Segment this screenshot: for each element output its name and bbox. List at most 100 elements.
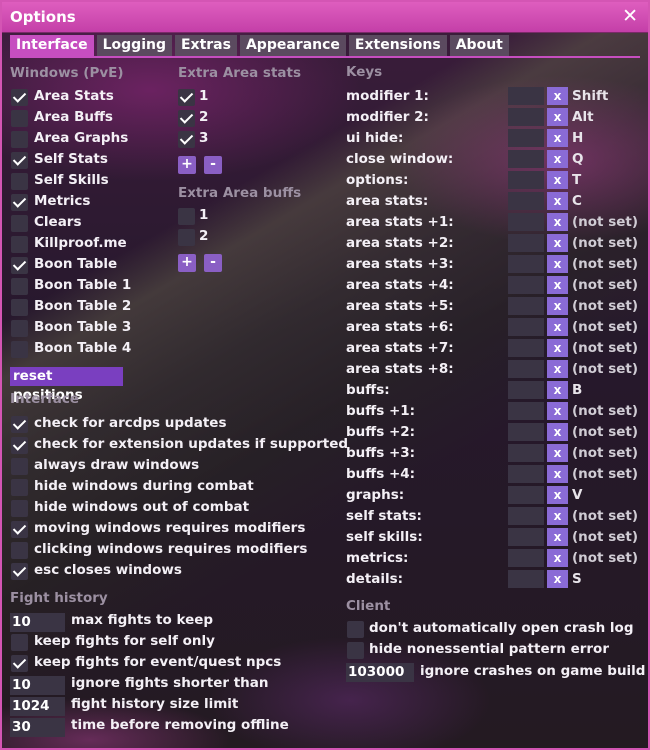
key-bind-field[interactable]: [508, 213, 544, 231]
key-bind-field[interactable]: [508, 318, 544, 336]
clear-key-button[interactable]: x: [547, 192, 568, 210]
clear-key-button[interactable]: x: [547, 402, 568, 420]
key-bind-field[interactable]: [508, 255, 544, 273]
checkbox-check-for-extension-updates-if-supported[interactable]: [11, 437, 28, 454]
clear-key-button[interactable]: x: [547, 486, 568, 504]
clear-key-button[interactable]: x: [547, 549, 568, 567]
title-bar[interactable]: Options ✕: [0, 0, 650, 33]
checkbox-hide-windows-out-of-combat[interactable]: [11, 500, 28, 517]
key-bind-field[interactable]: [508, 87, 544, 105]
clear-key-button[interactable]: x: [547, 528, 568, 546]
clear-key-button[interactable]: x: [547, 87, 568, 105]
checkbox-keep-fights-for-event-quest-npcs[interactable]: [11, 655, 28, 672]
key-bind-field[interactable]: [508, 339, 544, 357]
checkbox-area-buffs[interactable]: [11, 110, 28, 127]
checkbox-self-stats[interactable]: [11, 152, 28, 169]
checkbox-extra-area-buffs-1[interactable]: [178, 208, 195, 225]
checkbox-extra-area-buffs-2[interactable]: [178, 229, 195, 246]
key-bind-field[interactable]: [508, 465, 544, 483]
checkbox-clicking-windows-requires-modifiers[interactable]: [11, 542, 28, 559]
add-area-buffs-button[interactable]: +: [178, 254, 196, 272]
clear-key-button[interactable]: x: [547, 339, 568, 357]
clear-key-button[interactable]: x: [547, 255, 568, 273]
checkbox-boon-table[interactable]: [11, 257, 28, 274]
tab-logging[interactable]: Logging: [96, 35, 172, 56]
checkbox-area-stats[interactable]: [11, 89, 28, 106]
key-bind-field[interactable]: [508, 360, 544, 378]
checkbox-check-for-arcdps-updates[interactable]: [11, 416, 28, 433]
key-bind-field[interactable]: [508, 171, 544, 189]
game-build-input[interactable]: 103000: [346, 663, 414, 682]
checkbox-metrics[interactable]: [11, 194, 28, 211]
clear-key-button[interactable]: x: [547, 423, 568, 441]
checkbox-clears[interactable]: [11, 215, 28, 232]
clear-key-button[interactable]: x: [547, 150, 568, 168]
checkbox-keep-fights-for-self-only[interactable]: [11, 634, 28, 651]
add-area-stats-button[interactable]: +: [178, 156, 196, 174]
clear-key-button[interactable]: x: [547, 213, 568, 231]
key-bind-field[interactable]: [508, 150, 544, 168]
remove-area-stats-button[interactable]: -: [204, 156, 222, 174]
key-bind-field[interactable]: [508, 276, 544, 294]
checkbox-extra-area-stats-1[interactable]: [178, 89, 195, 106]
tab-appearance[interactable]: Appearance: [239, 35, 346, 56]
key-bind-field[interactable]: [508, 192, 544, 210]
key-label: buffs +3:: [346, 445, 416, 461]
number-input[interactable]: 10: [10, 676, 65, 695]
key-bind-field[interactable]: [508, 108, 544, 126]
checkbox-boon-table-2[interactable]: [11, 299, 28, 316]
number-input[interactable]: 10: [10, 613, 65, 632]
checkbox-esc-closes-windows[interactable]: [11, 563, 28, 580]
tab-extras[interactable]: Extras: [174, 35, 237, 56]
remove-area-buffs-button[interactable]: -: [204, 254, 222, 272]
key-bind-field[interactable]: [508, 234, 544, 252]
key-bind-field[interactable]: [508, 297, 544, 315]
checkbox-don-t-automatically-open-crash-log[interactable]: [347, 621, 364, 638]
clear-key-button[interactable]: x: [547, 465, 568, 483]
tab-extensions[interactable]: Extensions: [348, 35, 447, 56]
clear-key-button[interactable]: x: [547, 444, 568, 462]
clear-key-button[interactable]: x: [547, 234, 568, 252]
clear-key-button[interactable]: x: [547, 360, 568, 378]
key-bind-field[interactable]: [508, 129, 544, 147]
clear-key-button[interactable]: x: [547, 171, 568, 189]
number-input[interactable]: 30: [10, 718, 65, 737]
close-icon[interactable]: ✕: [622, 5, 638, 27]
reset-positions-button[interactable]: reset positions: [10, 367, 123, 403]
checkbox-extra-area-stats-2[interactable]: [178, 110, 195, 127]
key-value: (not set): [572, 508, 639, 524]
key-bind-field[interactable]: [508, 402, 544, 420]
key-value: Shift: [572, 88, 609, 104]
key-bind-field[interactable]: [508, 423, 544, 441]
clear-key-button[interactable]: x: [547, 381, 568, 399]
key-bind-field[interactable]: [508, 444, 544, 462]
key-bind-field[interactable]: [508, 507, 544, 525]
checkbox-boon-table-1[interactable]: [11, 278, 28, 295]
checkbox-boon-table-3[interactable]: [11, 320, 28, 337]
checkbox-hide-windows-during-combat[interactable]: [11, 479, 28, 496]
clear-key-button[interactable]: x: [547, 318, 568, 336]
checkbox-area-graphs[interactable]: [11, 131, 28, 148]
checkbox-extra-area-stats-3[interactable]: [178, 131, 195, 148]
checkbox-self-skills[interactable]: [11, 173, 28, 190]
checkbox-always-draw-windows[interactable]: [11, 458, 28, 475]
clear-key-button[interactable]: x: [547, 276, 568, 294]
checkbox-moving-windows-requires-modifiers[interactable]: [11, 521, 28, 538]
tab-interface[interactable]: Interface: [10, 35, 94, 56]
clear-key-button[interactable]: x: [547, 108, 568, 126]
tab-about[interactable]: About: [449, 35, 509, 56]
clear-key-button[interactable]: x: [547, 507, 568, 525]
key-bind-field[interactable]: [508, 570, 544, 588]
checkbox-boon-table-4[interactable]: [11, 341, 28, 358]
clear-key-button[interactable]: x: [547, 297, 568, 315]
key-bind-field[interactable]: [508, 486, 544, 504]
key-bind-field[interactable]: [508, 549, 544, 567]
checkbox-hide-nonessential-pattern-error[interactable]: [347, 642, 364, 659]
clear-key-button[interactable]: x: [547, 570, 568, 588]
key-bind-field[interactable]: [508, 381, 544, 399]
clear-key-button[interactable]: x: [547, 129, 568, 147]
checkbox-killproof-me[interactable]: [11, 236, 28, 253]
key-label: self stats:: [346, 508, 422, 524]
number-input[interactable]: 1024: [10, 697, 65, 716]
key-bind-field[interactable]: [508, 528, 544, 546]
